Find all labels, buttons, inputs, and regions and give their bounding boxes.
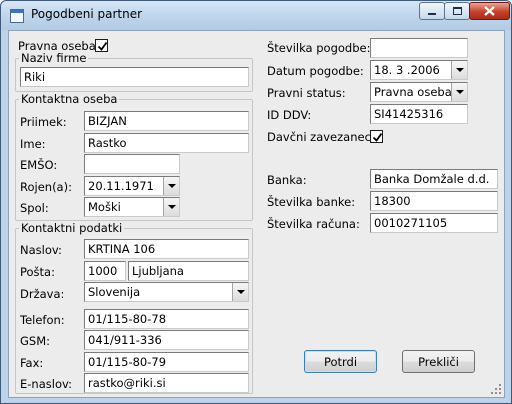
- legal-status-label: Pravni status:: [267, 86, 346, 100]
- resize-grip-icon[interactable]: [490, 383, 502, 395]
- minimize-icon: [428, 13, 436, 15]
- window-title: Pogodbeni partner: [31, 7, 143, 21]
- country-value: Slovenija: [88, 285, 141, 299]
- post-label: Pošta:: [20, 265, 55, 279]
- contract-date-label: Datum pogodbe:: [267, 64, 364, 78]
- country-label: Država:: [20, 287, 65, 301]
- phone-input[interactable]: 01/115-80-78: [84, 309, 249, 329]
- chevron-down-icon[interactable]: [163, 177, 179, 195]
- dialog-window: Pogodbeni partner Pravna oseba Naziv fir…: [0, 0, 512, 404]
- born-date-value: 20.11.1971: [88, 179, 154, 193]
- post-city-input[interactable]: Ljubljana: [128, 261, 249, 281]
- title-bar[interactable]: Pogodbeni partner: [1, 1, 511, 30]
- surname-input[interactable]: BIZJAN: [84, 111, 249, 131]
- close-button[interactable]: [469, 2, 510, 20]
- firstname-label: Ime:: [20, 137, 46, 151]
- dialog-client-area: Pravna oseba Naziv firme Riki Kontaktna …: [8, 30, 505, 398]
- contract-number-input[interactable]: [370, 38, 468, 58]
- born-date-picker[interactable]: 20.11.1971: [84, 176, 180, 196]
- legal-entity-checkbox[interactable]: [95, 39, 108, 52]
- legal-status-value: Pravna oseba: [374, 85, 452, 99]
- company-name-group-title: Naziv firme: [19, 51, 89, 65]
- checkmark-icon: [97, 41, 108, 51]
- post-code-input[interactable]: 1000: [84, 261, 126, 281]
- chevron-down-icon[interactable]: [451, 83, 467, 101]
- address-input[interactable]: KRTINA 106: [84, 239, 249, 259]
- gender-value: Moški: [88, 200, 121, 214]
- address-label: Naslov:: [20, 243, 62, 257]
- minimize-button[interactable]: [419, 2, 445, 20]
- checkmark-icon: [372, 132, 383, 142]
- firstname-input[interactable]: Rastko: [84, 133, 249, 153]
- email-input[interactable]: rastko@riki.si: [84, 373, 249, 393]
- bank-number-input[interactable]: 18300: [370, 191, 498, 211]
- gender-label: Spol:: [20, 201, 49, 215]
- country-select[interactable]: Slovenija: [84, 282, 249, 302]
- vat-id-input[interactable]: SI41425316: [370, 104, 468, 124]
- contact-person-group-title: Kontaktna oseba: [19, 92, 120, 106]
- company-name-input[interactable]: Riki: [20, 67, 249, 87]
- cancel-button[interactable]: Prekliči: [402, 350, 475, 373]
- contract-number-label: Številka pogodbe:: [267, 41, 371, 55]
- account-number-label: Številka računa:: [267, 217, 360, 231]
- fax-label: Fax:: [20, 356, 44, 370]
- born-label: Rojen(a):: [20, 180, 72, 194]
- account-number-input[interactable]: 0010271105: [370, 213, 498, 233]
- gsm-label: GSM:: [20, 334, 51, 348]
- surname-label: Priimek:: [20, 115, 67, 129]
- close-icon: [484, 6, 495, 16]
- maximize-icon: [453, 7, 462, 15]
- chevron-down-icon[interactable]: [163, 198, 179, 216]
- fax-input[interactable]: 01/115-80-79: [84, 352, 249, 372]
- email-label: E-naslov:: [20, 377, 73, 391]
- bank-number-label: Številka banke:: [267, 195, 356, 209]
- bank-input[interactable]: Banka Domžale d.d.: [370, 169, 498, 189]
- gender-select[interactable]: Moški: [84, 197, 180, 217]
- maximize-button[interactable]: [444, 2, 470, 20]
- phone-label: Telefon:: [20, 313, 65, 327]
- gsm-input[interactable]: 041/911-336: [84, 330, 249, 350]
- legal-status-select[interactable]: Pravna oseba: [370, 82, 468, 102]
- vat-id-label: ID DDV:: [267, 108, 312, 122]
- emso-input[interactable]: [84, 154, 180, 174]
- contract-date-value: 18. 3 .2006: [374, 63, 440, 77]
- emso-label: EMŠO:: [20, 158, 58, 172]
- app-icon: [10, 9, 24, 23]
- bank-label: Banka:: [267, 173, 307, 187]
- chevron-down-icon[interactable]: [451, 61, 467, 79]
- contract-date-picker[interactable]: 18. 3 .2006: [370, 60, 468, 80]
- contact-data-group-title: Kontaktni podatki: [19, 221, 125, 235]
- taxpayer-label: Davčni zavezanec:: [267, 130, 375, 144]
- chevron-down-icon[interactable]: [232, 283, 248, 301]
- taxpayer-checkbox[interactable]: [370, 130, 383, 143]
- confirm-button[interactable]: Potrdi: [304, 350, 377, 373]
